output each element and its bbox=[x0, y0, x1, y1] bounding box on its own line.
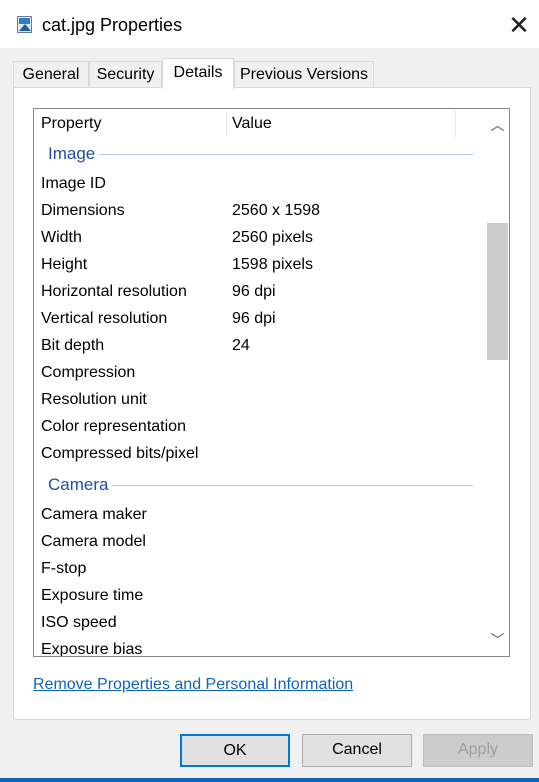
remove-properties-link[interactable]: Remove Properties and Personal Informati… bbox=[33, 675, 353, 695]
list-item[interactable]: Dimensions 2560 x 1598 bbox=[34, 198, 486, 225]
tab-general[interactable]: General bbox=[13, 61, 89, 88]
window-title: cat.jpg Properties bbox=[42, 15, 183, 35]
list-item[interactable]: Camera model bbox=[34, 529, 486, 556]
property-value: 96 dpi bbox=[232, 310, 276, 327]
group-header-image: Image bbox=[48, 143, 473, 167]
property-name: Horizontal resolution bbox=[41, 283, 187, 300]
property-name: Image ID bbox=[41, 175, 106, 192]
property-name: ISO speed bbox=[41, 614, 117, 631]
list-item[interactable]: Compression bbox=[34, 360, 486, 387]
property-value: 2560 pixels bbox=[232, 229, 313, 246]
list-item[interactable]: Bit depth 24 bbox=[34, 333, 486, 360]
property-name: Color representation bbox=[41, 418, 186, 435]
group-header-camera: Camera bbox=[48, 474, 473, 498]
property-name: F-stop bbox=[41, 560, 87, 577]
property-value: 1598 pixels bbox=[232, 256, 313, 273]
list-item[interactable]: Width 2560 pixels bbox=[34, 225, 486, 252]
close-icon[interactable]: ✕ bbox=[506, 12, 532, 38]
property-name: Compressed bits/pixel bbox=[41, 445, 199, 462]
list-item[interactable]: F-stop bbox=[34, 556, 486, 583]
property-name: Camera maker bbox=[41, 506, 147, 523]
tab-security[interactable]: Security bbox=[89, 61, 162, 88]
taskbar-edge bbox=[0, 778, 539, 782]
group-divider bbox=[48, 154, 473, 155]
properties-list[interactable]: Property Value Image Image ID Dimensions… bbox=[33, 108, 510, 657]
property-name: Resolution unit bbox=[41, 391, 147, 408]
vertical-scrollbar[interactable]: ︿ ﹀ bbox=[486, 109, 509, 656]
list-item[interactable]: Image ID bbox=[34, 171, 486, 198]
property-name: Exposure bias bbox=[41, 641, 143, 657]
scroll-down-icon[interactable]: ﹀ bbox=[486, 626, 509, 654]
scroll-up-icon[interactable]: ︿ bbox=[486, 111, 509, 139]
tab-details[interactable]: Details bbox=[162, 58, 234, 89]
property-name: Height bbox=[41, 256, 88, 273]
property-name: Width bbox=[41, 229, 82, 246]
group-label: Image bbox=[48, 143, 100, 165]
cancel-button[interactable]: Cancel bbox=[302, 734, 412, 767]
list-header: Property Value bbox=[34, 109, 486, 138]
tab-previous-versions[interactable]: Previous Versions bbox=[234, 61, 374, 88]
column-divider[interactable] bbox=[455, 111, 456, 137]
list-item[interactable]: Camera maker bbox=[34, 502, 486, 529]
group-label: Camera bbox=[48, 474, 113, 496]
list-item[interactable]: Color representation bbox=[34, 414, 486, 441]
ok-button[interactable]: OK bbox=[180, 734, 290, 767]
column-divider[interactable] bbox=[226, 111, 227, 137]
list-item[interactable]: Vertical resolution 96 dpi bbox=[34, 306, 486, 333]
title-bar: cat.jpg Properties ✕ bbox=[0, 0, 539, 48]
property-name: Bit depth bbox=[41, 337, 105, 354]
image-file-icon bbox=[17, 16, 32, 33]
property-name: Dimensions bbox=[41, 202, 125, 219]
property-name: Exposure time bbox=[41, 587, 144, 604]
list-item[interactable]: Exposure time bbox=[34, 583, 486, 610]
list-item[interactable]: ISO speed bbox=[34, 610, 486, 637]
column-header-property[interactable]: Property bbox=[41, 114, 101, 134]
list-item[interactable]: Compressed bits/pixel bbox=[34, 441, 486, 468]
property-value: 24 bbox=[232, 337, 250, 354]
list-item[interactable]: Horizontal resolution 96 dpi bbox=[34, 279, 486, 306]
column-header-value[interactable]: Value bbox=[232, 114, 272, 134]
property-name: Camera model bbox=[41, 533, 146, 550]
list-item[interactable]: Height 1598 pixels bbox=[34, 252, 486, 279]
list-item[interactable]: Exposure bias bbox=[34, 637, 486, 657]
property-value: 2560 x 1598 bbox=[232, 202, 321, 219]
list-item[interactable]: Resolution unit bbox=[34, 387, 486, 414]
apply-button[interactable]: Apply bbox=[423, 734, 533, 767]
scrollbar-thumb[interactable] bbox=[487, 223, 508, 360]
property-name: Vertical resolution bbox=[41, 310, 168, 327]
property-value: 96 dpi bbox=[232, 283, 276, 300]
property-name: Compression bbox=[41, 364, 136, 381]
